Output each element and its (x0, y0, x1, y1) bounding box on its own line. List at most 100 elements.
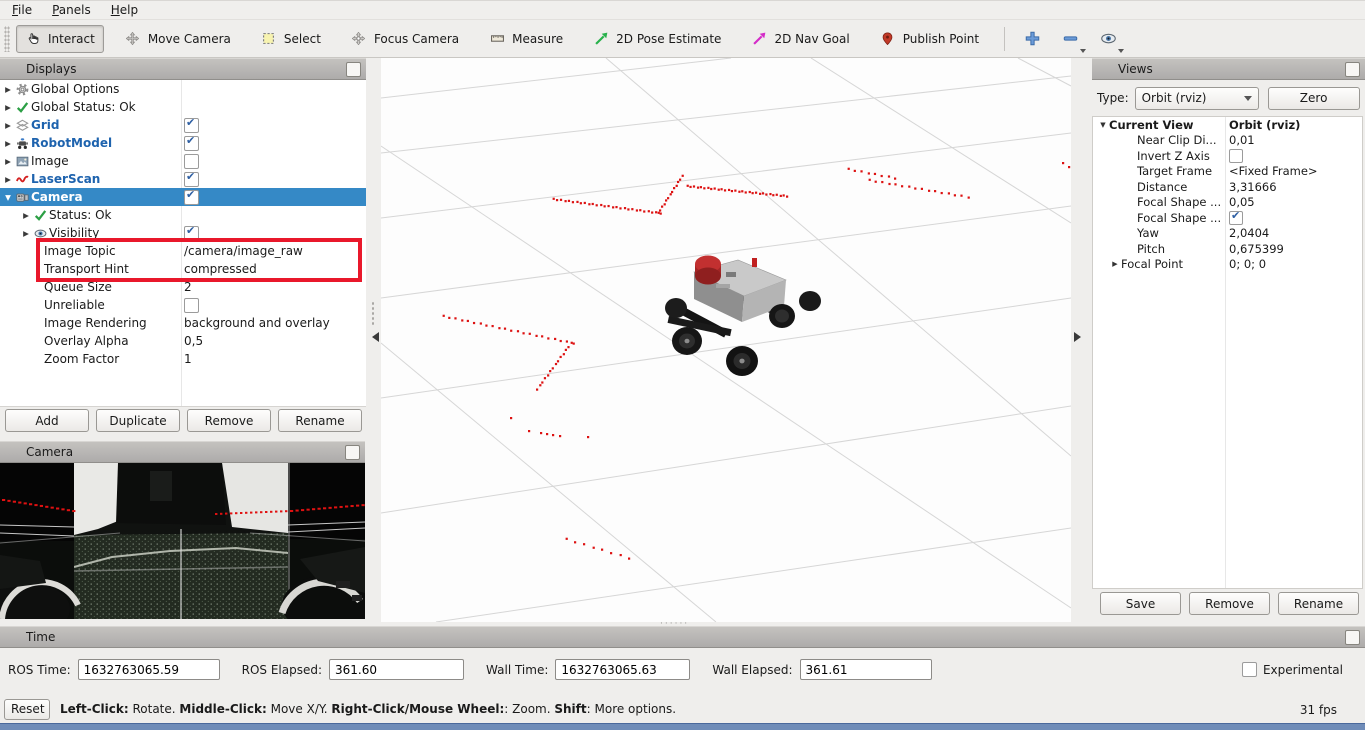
tool-publish-point[interactable]: Publish Point (871, 25, 988, 53)
row-value[interactable]: background and overlay (184, 314, 330, 332)
tool-interact[interactable]: Interact (16, 25, 104, 53)
toolbar-tools: Interact Move Camera Select Focus Camera Mea… (16, 25, 1000, 53)
tool-zoom-in-plus-icon[interactable] (1019, 27, 1045, 51)
row-value[interactable]: Orbit (rviz) (1229, 117, 1300, 133)
row-label: Global Status: Ok (31, 100, 136, 114)
camera-image-view[interactable] (0, 463, 365, 619)
row-label: Queue Size (44, 280, 112, 294)
tool-zoom-out-minus-icon[interactable] (1057, 27, 1083, 51)
checkbox[interactable] (1229, 149, 1243, 163)
ros-time-input[interactable] (78, 659, 220, 680)
experimental-checkbox[interactable] (1242, 662, 1257, 677)
wall-time-input[interactable] (555, 659, 690, 680)
displays-buttons: Add Duplicate Remove Rename (0, 409, 366, 432)
checkbox[interactable] (1229, 211, 1243, 225)
displays-row-laserscan[interactable]: ▶LaserScan (0, 170, 366, 188)
tree-collapse-arrow[interactable]: ▶ (1109, 260, 1121, 268)
views-row-focal-shape-[interactable]: Focal Shape ...0,05 (1093, 195, 1362, 211)
tool-label: 2D Pose Estimate (616, 32, 721, 46)
collapse-left-panel-arrow[interactable] (372, 332, 379, 342)
row-value[interactable]: 0,675399 (1229, 241, 1284, 257)
toolbar-grip-handle[interactable] (4, 26, 10, 52)
tree-collapse-arrow[interactable]: ▶ (2, 85, 14, 94)
ros-elapsed-input[interactable] (329, 659, 464, 680)
checkbox[interactable] (184, 190, 199, 205)
tree-collapse-arrow[interactable]: ▶ (2, 121, 14, 130)
checkbox[interactable] (184, 172, 199, 187)
views-tree: ▼Current ViewOrbit (rviz)Near Clip Di...… (1092, 116, 1363, 589)
row-value[interactable]: 0,05 (1229, 195, 1255, 211)
tree-collapse-arrow[interactable]: ▶ (2, 157, 14, 166)
view-type-combobox[interactable]: Orbit (rviz) (1135, 87, 1259, 110)
zero-button[interactable]: Zero (1268, 87, 1360, 110)
add-button[interactable]: Add (5, 409, 89, 432)
remove-button[interactable]: Remove (187, 409, 271, 432)
displays-row-camera[interactable]: ▼Camera (0, 188, 366, 206)
tool-measure[interactable]: Measure (480, 25, 572, 53)
displays-row-robotmodel[interactable]: ▶RobotModel (0, 134, 366, 152)
checkbox[interactable] (184, 298, 199, 313)
views-float-button[interactable] (1345, 62, 1360, 77)
status-ok-check-icon (32, 208, 49, 222)
checkbox[interactable] (184, 154, 199, 169)
tree-collapse-arrow[interactable]: ▶ (2, 175, 14, 184)
tool-2d-nav-goal[interactable]: 2D Nav Goal (742, 25, 858, 53)
row-value[interactable]: 2,0404 (1229, 226, 1269, 242)
views-rename-button[interactable]: Rename (1278, 592, 1359, 615)
views-row-near-clip-di-[interactable]: Near Clip Di...0,01 (1093, 133, 1362, 149)
tree-collapse-arrow[interactable]: ▶ (2, 139, 14, 148)
displays-row-grid[interactable]: ▶Grid (0, 116, 366, 134)
displays-row-image-rendering[interactable]: Image Renderingbackground and overlay (0, 314, 366, 332)
tree-expand-arrow[interactable]: ▼ (2, 193, 14, 202)
row-value[interactable]: 1 (184, 350, 192, 368)
row-value[interactable]: <Fixed Frame> (1229, 164, 1318, 180)
views-save-button[interactable]: Save (1100, 592, 1181, 615)
duplicate-button[interactable]: Duplicate (96, 409, 180, 432)
menu-item-file[interactable]: File (10, 2, 42, 18)
status-bar: Reset Left-Click: Rotate. Middle-Click: … (4, 697, 1361, 721)
views-row-distance[interactable]: Distance3,31666 (1093, 179, 1362, 195)
time-panel-titlebar: Time (0, 626, 1365, 648)
time-float-button[interactable] (1345, 630, 1360, 645)
wall-elapsed-input[interactable] (800, 659, 932, 680)
3d-viewport[interactable] (381, 58, 1071, 622)
left-splitter-handle[interactable] (371, 301, 375, 327)
tool-select[interactable]: Select (252, 25, 330, 53)
tool-focus-camera[interactable]: Focus Camera (342, 25, 468, 53)
tool-move-camera[interactable]: Move Camera (116, 25, 240, 53)
displays-row-status-ok[interactable]: ▶Status: Ok (0, 206, 366, 224)
menu-item-help[interactable]: Help (109, 2, 148, 18)
displays-row-global-status-ok[interactable]: ▶ Global Status: Ok (0, 98, 366, 116)
camera-float-button[interactable] (345, 445, 360, 460)
tree-collapse-arrow[interactable]: ▶ (2, 103, 14, 112)
views-row-focal-point[interactable]: ▶Focal Point0; 0; 0 (1093, 257, 1362, 273)
tree-expand-arrow[interactable]: ▼ (1097, 121, 1109, 129)
views-row-target-frame[interactable]: Target Frame<Fixed Frame> (1093, 164, 1362, 180)
displays-row-overlay-alpha[interactable]: Overlay Alpha0,5 (0, 332, 366, 350)
views-row-focal-shape-[interactable]: Focal Shape ... (1093, 210, 1362, 226)
rename-button[interactable]: Rename (278, 409, 362, 432)
collapse-right-panel-arrow[interactable] (1074, 332, 1081, 342)
row-value[interactable]: 0; 0; 0 (1229, 257, 1266, 273)
checkbox[interactable] (184, 136, 199, 151)
reset-button[interactable]: Reset (4, 699, 50, 720)
checkbox[interactable] (184, 118, 199, 133)
views-row-yaw[interactable]: Yaw2,0404 (1093, 226, 1362, 242)
displays-row-image[interactable]: ▶Image (0, 152, 366, 170)
tool-eye-tool-icon[interactable] (1095, 27, 1121, 51)
menu-item-panels[interactable]: Panels (50, 2, 101, 18)
tool-2d-pose-estimate[interactable]: 2D Pose Estimate (584, 25, 730, 53)
views-row-invert-z-axis[interactable]: Invert Z Axis (1093, 148, 1362, 164)
row-value[interactable]: 0,5 (184, 332, 203, 350)
displays-row-zoom-factor[interactable]: Zoom Factor1 (0, 350, 366, 368)
views-row-current-view[interactable]: ▼Current ViewOrbit (rviz) (1093, 117, 1362, 133)
row-value[interactable]: 3,31666 (1229, 179, 1277, 195)
views-row-pitch[interactable]: Pitch0,675399 (1093, 241, 1362, 257)
tree-collapse-arrow[interactable]: ▶ (20, 211, 32, 220)
displays-row-unreliable[interactable]: Unreliable (0, 296, 366, 314)
row-value[interactable]: 0,01 (1229, 133, 1255, 149)
views-remove-button[interactable]: Remove (1189, 592, 1270, 615)
displays-float-button[interactable] (346, 62, 361, 77)
tree-collapse-arrow[interactable]: ▶ (20, 229, 32, 238)
displays-row-global-options[interactable]: ▶Global Options (0, 80, 366, 98)
